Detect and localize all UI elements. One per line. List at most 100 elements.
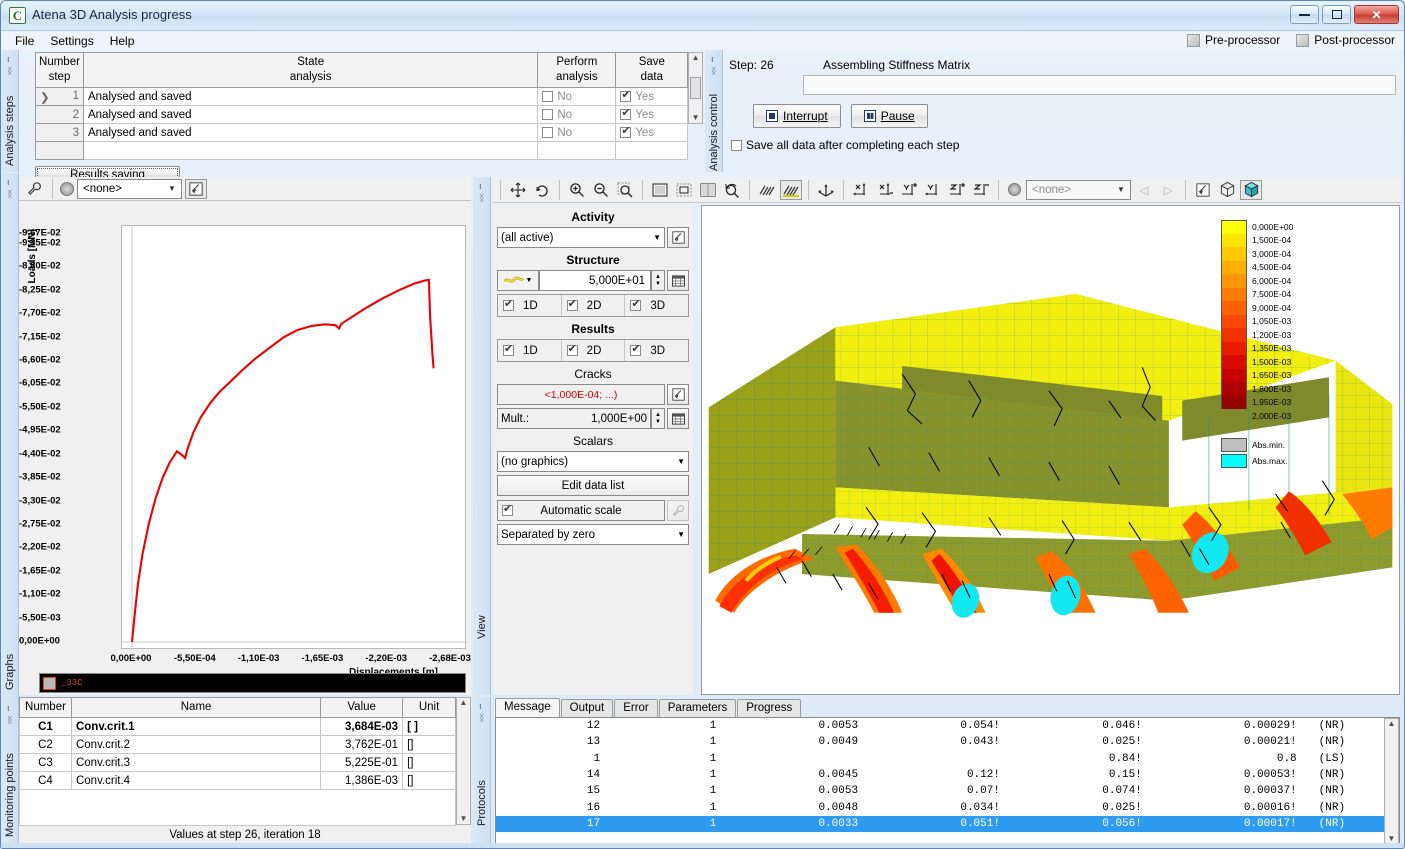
- fit-all-icon[interactable]: [649, 180, 671, 200]
- menu-item-settings[interactable]: Settings: [42, 32, 101, 50]
- table-row[interactable]: C1Conv.crit.13,684E-03[ ]: [20, 718, 456, 736]
- post-processor-button[interactable]: Post-processor: [1293, 32, 1398, 48]
- save-checkbox[interactable]: [620, 91, 631, 102]
- sidebar-item-protocols[interactable]: Protocols: [476, 769, 488, 837]
- tab-error[interactable]: Error: [614, 699, 658, 717]
- scalars-combo[interactable]: (no graphics) ▼: [497, 451, 689, 472]
- save-checkbox[interactable]: [620, 127, 631, 138]
- save-all-data-checkbox[interactable]: Save all data after completing each step: [731, 138, 959, 152]
- table-row[interactable]: C4Conv.crit.41,386E-03[]: [20, 772, 456, 790]
- pre-processor-button[interactable]: Pre-processor: [1184, 32, 1283, 48]
- zoom-previous-icon[interactable]: [721, 180, 743, 200]
- log-row[interactable]: 1410.00450.12!0.15!0.00053!(NR): [496, 767, 1399, 783]
- zoom-window-icon[interactable]: [614, 180, 636, 200]
- step-save[interactable]: Yes: [616, 124, 688, 142]
- activity-combo[interactable]: (all active) ▼: [497, 227, 665, 248]
- scroll-down-icon[interactable]: ▼: [692, 113, 700, 123]
- mon-scroll-down-icon[interactable]: ▼: [460, 814, 468, 824]
- structure-2d-checkbox[interactable]: [567, 300, 578, 311]
- zoom-in-icon[interactable]: [566, 180, 588, 200]
- log-row[interactable]: 1710.00330.051!0.056!0.00017!(NR): [496, 816, 1399, 832]
- graph-settings-icon[interactable]: [185, 179, 207, 199]
- view-y-plus-icon[interactable]: [898, 180, 920, 200]
- table-row[interactable]: C2Conv.crit.23,762E-01[]: [20, 736, 456, 754]
- minimize-button[interactable]: [1290, 5, 1319, 24]
- mon-scroll-up-icon[interactable]: ▲: [460, 698, 468, 708]
- perform-checkbox[interactable]: [542, 109, 553, 120]
- close-button[interactable]: ✕: [1354, 5, 1399, 24]
- menu-item-file[interactable]: File: [7, 32, 42, 50]
- structure-dim-2d[interactable]: 2D: [562, 295, 626, 316]
- tab-parameters[interactable]: Parameters: [659, 699, 736, 717]
- results-3d-checkbox[interactable]: [630, 345, 641, 356]
- rotate-icon[interactable]: [531, 180, 553, 200]
- log-row[interactable]: 1510.00530.07!0.074!0.00037!(NR): [496, 783, 1399, 799]
- tab-progress[interactable]: Progress: [737, 699, 801, 717]
- sidebar-item-view[interactable]: View: [476, 607, 488, 647]
- next-step-icon[interactable]: ▷: [1157, 180, 1179, 200]
- fit-selection-icon[interactable]: [673, 180, 695, 200]
- scale-mode-chevron-down-icon[interactable]: ▼: [677, 530, 685, 539]
- interrupt-button[interactable]: Interrupt: [753, 104, 841, 128]
- structure-dim-1d[interactable]: 1D: [498, 295, 562, 316]
- crack-display-icon[interactable]: [756, 180, 778, 200]
- scroll-thumb[interactable]: [690, 77, 701, 99]
- structure-dim-3d[interactable]: 3D: [625, 295, 688, 316]
- structure-1d-checkbox[interactable]: [503, 300, 514, 311]
- results-1d-checkbox[interactable]: [503, 345, 514, 356]
- table-row[interactable]: C3Conv.crit.35,225E-01[]: [20, 754, 456, 772]
- save-checkbox[interactable]: [620, 109, 631, 120]
- view-x-plus-icon[interactable]: [850, 180, 872, 200]
- save-all-checkbox-box[interactable]: [731, 140, 742, 151]
- sidebar-item-graphs[interactable]: Graphs: [4, 648, 16, 696]
- sidebar-item-monitoring-points[interactable]: Monitoring points: [4, 745, 16, 845]
- step-perform[interactable]: No: [538, 88, 616, 106]
- 3d-viewport[interactable]: 0,000E+001,500E-043,000E-044,500E-046,00…: [701, 205, 1400, 695]
- structure-scale-list-icon[interactable]: [667, 270, 689, 291]
- log-row[interactable]: 1210.00530.054!0.046!0.00029!(NR): [496, 718, 1399, 734]
- message-log[interactable]: 1210.00530.054!0.046!0.00029!(NR)1310.00…: [495, 717, 1400, 846]
- table-row[interactable]: ❯1Analysed and savedNoYes: [36, 88, 688, 106]
- structure-scale-spinner[interactable]: ▲▼: [651, 270, 665, 291]
- wireframe-cube-icon[interactable]: [1216, 180, 1238, 200]
- crack-display-active-icon[interactable]: [780, 180, 802, 200]
- prev-step-icon[interactable]: ◁: [1133, 180, 1155, 200]
- solid-cube-icon[interactable]: [1240, 180, 1262, 200]
- axes-icon[interactable]: [815, 180, 837, 200]
- wrench-icon[interactable]: [23, 179, 45, 199]
- view-selection-combo[interactable]: <none> ▼: [1026, 180, 1131, 200]
- view-z-minus-icon[interactable]: [970, 180, 992, 200]
- deform-shape-icon[interactable]: ▼: [497, 270, 539, 291]
- fit-region-icon[interactable]: [697, 180, 719, 200]
- log-row[interactable]: 110.84!0.8(LS): [496, 751, 1399, 767]
- menu-item-help[interactable]: Help: [102, 32, 143, 50]
- log-scroll-up-icon[interactable]: ▲: [1388, 719, 1396, 729]
- mult-list-icon[interactable]: [667, 408, 689, 429]
- mult-spinner[interactable]: ▲▼: [651, 408, 665, 429]
- results-dim-3d[interactable]: 3D: [625, 340, 688, 361]
- tab-message[interactable]: Message: [495, 698, 560, 717]
- pause-button[interactable]: ▮▮ Pause: [851, 104, 928, 128]
- sidebar-item-analysis-control[interactable]: Analysis control: [708, 92, 720, 172]
- results-2d-checkbox[interactable]: [567, 345, 578, 356]
- steps-scrollbar[interactable]: ▲ ▼: [688, 52, 703, 124]
- tab-output[interactable]: Output: [561, 699, 614, 717]
- view-x-minus-icon[interactable]: [874, 180, 896, 200]
- cracks-value-field[interactable]: <1,000E-04; ...): [497, 384, 665, 405]
- edit-data-list-button[interactable]: Edit data list: [497, 475, 689, 496]
- pan-icon[interactable]: [507, 180, 529, 200]
- chevron-down-icon[interactable]: ▼: [165, 184, 179, 193]
- cracks-settings-icon[interactable]: [667, 384, 689, 405]
- scale-mode-combo[interactable]: Separated by zero ▼: [497, 524, 689, 545]
- structure-scale-field[interactable]: 5,000E+01: [539, 270, 651, 291]
- log-scrollbar[interactable]: ▲ ▼: [1384, 718, 1399, 845]
- zoom-out-icon[interactable]: [590, 180, 612, 200]
- table-row[interactable]: 3Analysed and savedNoYes: [36, 124, 688, 142]
- monitoring-scrollbar[interactable]: ▲ ▼: [456, 697, 471, 825]
- log-row[interactable]: 1610.00480.034!0.025!0.00016!(NR): [496, 799, 1399, 815]
- step-perform[interactable]: No: [538, 106, 616, 124]
- automatic-scale-field[interactable]: Automatic scale: [497, 500, 665, 521]
- table-row[interactable]: 2Analysed and savedNoYes: [36, 106, 688, 124]
- table-row-partial[interactable]: [36, 142, 688, 160]
- view-chevron-down-icon[interactable]: ▼: [1114, 185, 1128, 194]
